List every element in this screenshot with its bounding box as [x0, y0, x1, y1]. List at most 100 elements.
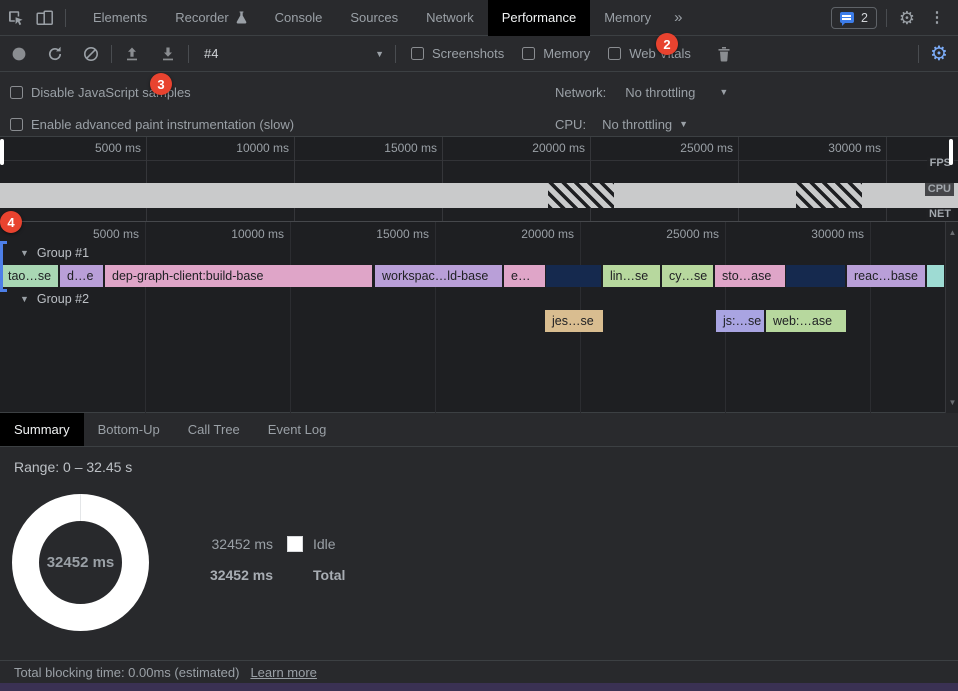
legend-swatch — [287, 536, 303, 552]
checkbox-box[interactable] — [608, 47, 621, 60]
reload-record-button[interactable] — [40, 41, 70, 67]
tab-network[interactable]: Network — [412, 0, 488, 36]
tab-recorder[interactable]: Recorder — [161, 0, 260, 36]
checkbox-web-vitals[interactable]: Web Vitals — [608, 46, 691, 61]
flame-bar[interactable]: lin…se — [603, 265, 660, 287]
learn-more-link[interactable]: Learn more — [250, 665, 316, 680]
checkbox-enable-advanced-paint[interactable]: Enable advanced paint instrumentation (s… — [10, 117, 294, 132]
scroll-down-button[interactable]: ▼ — [946, 398, 958, 407]
overview-tick-label: 5000 ms — [95, 141, 141, 155]
status-bar: Total blocking time: 0.00ms (estimated) … — [0, 660, 958, 683]
flame-bar-label: tao…se — [8, 269, 51, 283]
details-tick-label: 15000 ms — [376, 227, 429, 241]
tab-memory[interactable]: Memory — [590, 0, 665, 36]
scroll-up-button[interactable]: ▲ — [946, 228, 958, 237]
tab-event-log[interactable]: Event Log — [254, 413, 341, 446]
tab-call-tree[interactable]: Call Tree — [174, 413, 254, 446]
chevron-down-icon: ▼ — [679, 119, 688, 129]
bottom-strip — [0, 683, 958, 691]
flask-icon — [236, 11, 247, 24]
annotation-badge-4: 4 — [0, 211, 22, 233]
tab-elements[interactable]: Elements — [79, 0, 161, 36]
annotation-badge-3: 3 — [150, 73, 172, 95]
group-header-2[interactable]: ▼Group #2 — [20, 292, 89, 306]
capture-settings-button[interactable]: ⚙ — [924, 41, 954, 67]
details-tick-label: 30000 ms — [811, 227, 864, 241]
divider — [65, 9, 66, 27]
history-select[interactable]: #4 ▼ — [194, 42, 390, 66]
tab-console[interactable]: Console — [261, 0, 337, 36]
feedback-bubble-icon — [840, 12, 854, 23]
inspect-element-icon[interactable] — [0, 5, 30, 31]
vertical-scrollbar[interactable]: ▲ ▼ — [945, 222, 958, 413]
flame-chart-canvas[interactable]: 5000 ms10000 ms15000 ms20000 ms25000 ms3… — [0, 222, 945, 413]
disclosure-triangle-icon[interactable]: ▼ — [20, 294, 29, 304]
tab-sources[interactable]: Sources — [336, 0, 412, 36]
tab-bottom-up[interactable]: Bottom-Up — [84, 413, 174, 446]
clear-recording-button[interactable] — [76, 41, 106, 67]
menu-dots-icon[interactable]: ⋮ — [922, 5, 952, 31]
checkbox-label: Memory — [543, 46, 590, 61]
flame-bar[interactable]: tao…se — [1, 265, 58, 287]
flame-chart[interactable]: 5000 ms10000 ms15000 ms20000 ms25000 ms3… — [0, 222, 958, 413]
summary-legend: 32452 msIdle32452 msTotal — [193, 536, 345, 583]
flame-bar-label: reac…base — [854, 269, 918, 283]
checkbox-label: Enable advanced paint instrumentation (s… — [31, 117, 294, 132]
tab-label: Console — [275, 10, 323, 25]
donut-seam — [80, 494, 81, 521]
more-tabs-button[interactable]: » — [665, 9, 691, 26]
blue-gear-icon: ⚙ — [930, 44, 948, 64]
tab-label: Recorder — [175, 10, 228, 25]
details-gridline — [290, 222, 291, 413]
flame-bar[interactable] — [786, 265, 845, 287]
chevron-down-icon: ▼ — [719, 87, 728, 97]
flame-bar[interactable]: jes…se — [545, 310, 603, 332]
load-profile-button[interactable] — [117, 41, 147, 67]
checkbox-box[interactable] — [522, 47, 535, 60]
checkbox-box[interactable] — [411, 47, 424, 60]
group-header-1[interactable]: ▼ Group #1 — [20, 246, 89, 260]
tab-performance[interactable]: Performance — [488, 0, 590, 36]
flame-bar[interactable]: d…e — [60, 265, 103, 287]
checkbox-screenshots[interactable]: Screenshots — [411, 46, 504, 61]
flame-bar-label: lin…se — [610, 269, 648, 283]
lane-label-net: NET — [926, 208, 954, 221]
cpu-throttling-select[interactable]: CPU: No throttling ▼ — [555, 114, 688, 134]
flame-bar[interactable] — [546, 265, 601, 287]
settings-gear-icon[interactable]: ⚙ — [892, 5, 922, 31]
tab-summary[interactable]: Summary — [0, 413, 84, 446]
flame-bar[interactable]: workspac…ld-base — [375, 265, 502, 287]
flame-bar[interactable]: js:…se — [716, 310, 764, 332]
overview-tick-label: 25000 ms — [680, 141, 733, 155]
checkbox-memory[interactable]: Memory — [522, 46, 590, 61]
flame-bar[interactable]: cy…se — [662, 265, 713, 287]
network-label: Network: — [555, 85, 606, 100]
legend-label: Total — [313, 567, 345, 583]
device-toolbar-icon[interactable] — [30, 5, 60, 31]
flame-bar[interactable] — [927, 265, 944, 287]
flame-bar[interactable]: web:…ase — [766, 310, 846, 332]
overview-gridline — [294, 137, 295, 221]
timeline-overview[interactable]: 5000 ms10000 ms15000 ms20000 ms25000 ms3… — [0, 137, 958, 222]
flame-bar-label: web:…ase — [773, 314, 832, 328]
flame-bar[interactable]: sto…ase — [715, 265, 785, 287]
record-button[interactable] — [4, 41, 34, 67]
flame-bar-label: sto…ase — [722, 269, 771, 283]
feedback-button[interactable]: 2 — [831, 7, 877, 29]
save-profile-button[interactable] — [153, 41, 183, 67]
group-label: Group #1 — [37, 246, 89, 260]
overview-handle-left[interactable] — [0, 139, 4, 165]
disclosure-triangle-icon[interactable]: ▼ — [20, 248, 29, 258]
divider — [395, 45, 396, 63]
flame-bar[interactable]: dep-graph-client:build-base — [105, 265, 372, 287]
flame-bar-label: e… — [511, 269, 530, 283]
checkbox-box[interactable] — [10, 118, 23, 131]
flame-bar[interactable]: e… — [504, 265, 545, 287]
flame-bar[interactable]: reac…base — [847, 265, 925, 287]
feedback-count: 2 — [861, 11, 868, 25]
network-throttling-select[interactable]: Network: No throttling ▼ — [555, 82, 728, 102]
checkbox-box[interactable] — [10, 86, 23, 99]
overview-handle-right[interactable] — [949, 139, 953, 165]
details-tick-label: 5000 ms — [93, 227, 139, 241]
delete-recording-button[interactable] — [709, 41, 739, 67]
